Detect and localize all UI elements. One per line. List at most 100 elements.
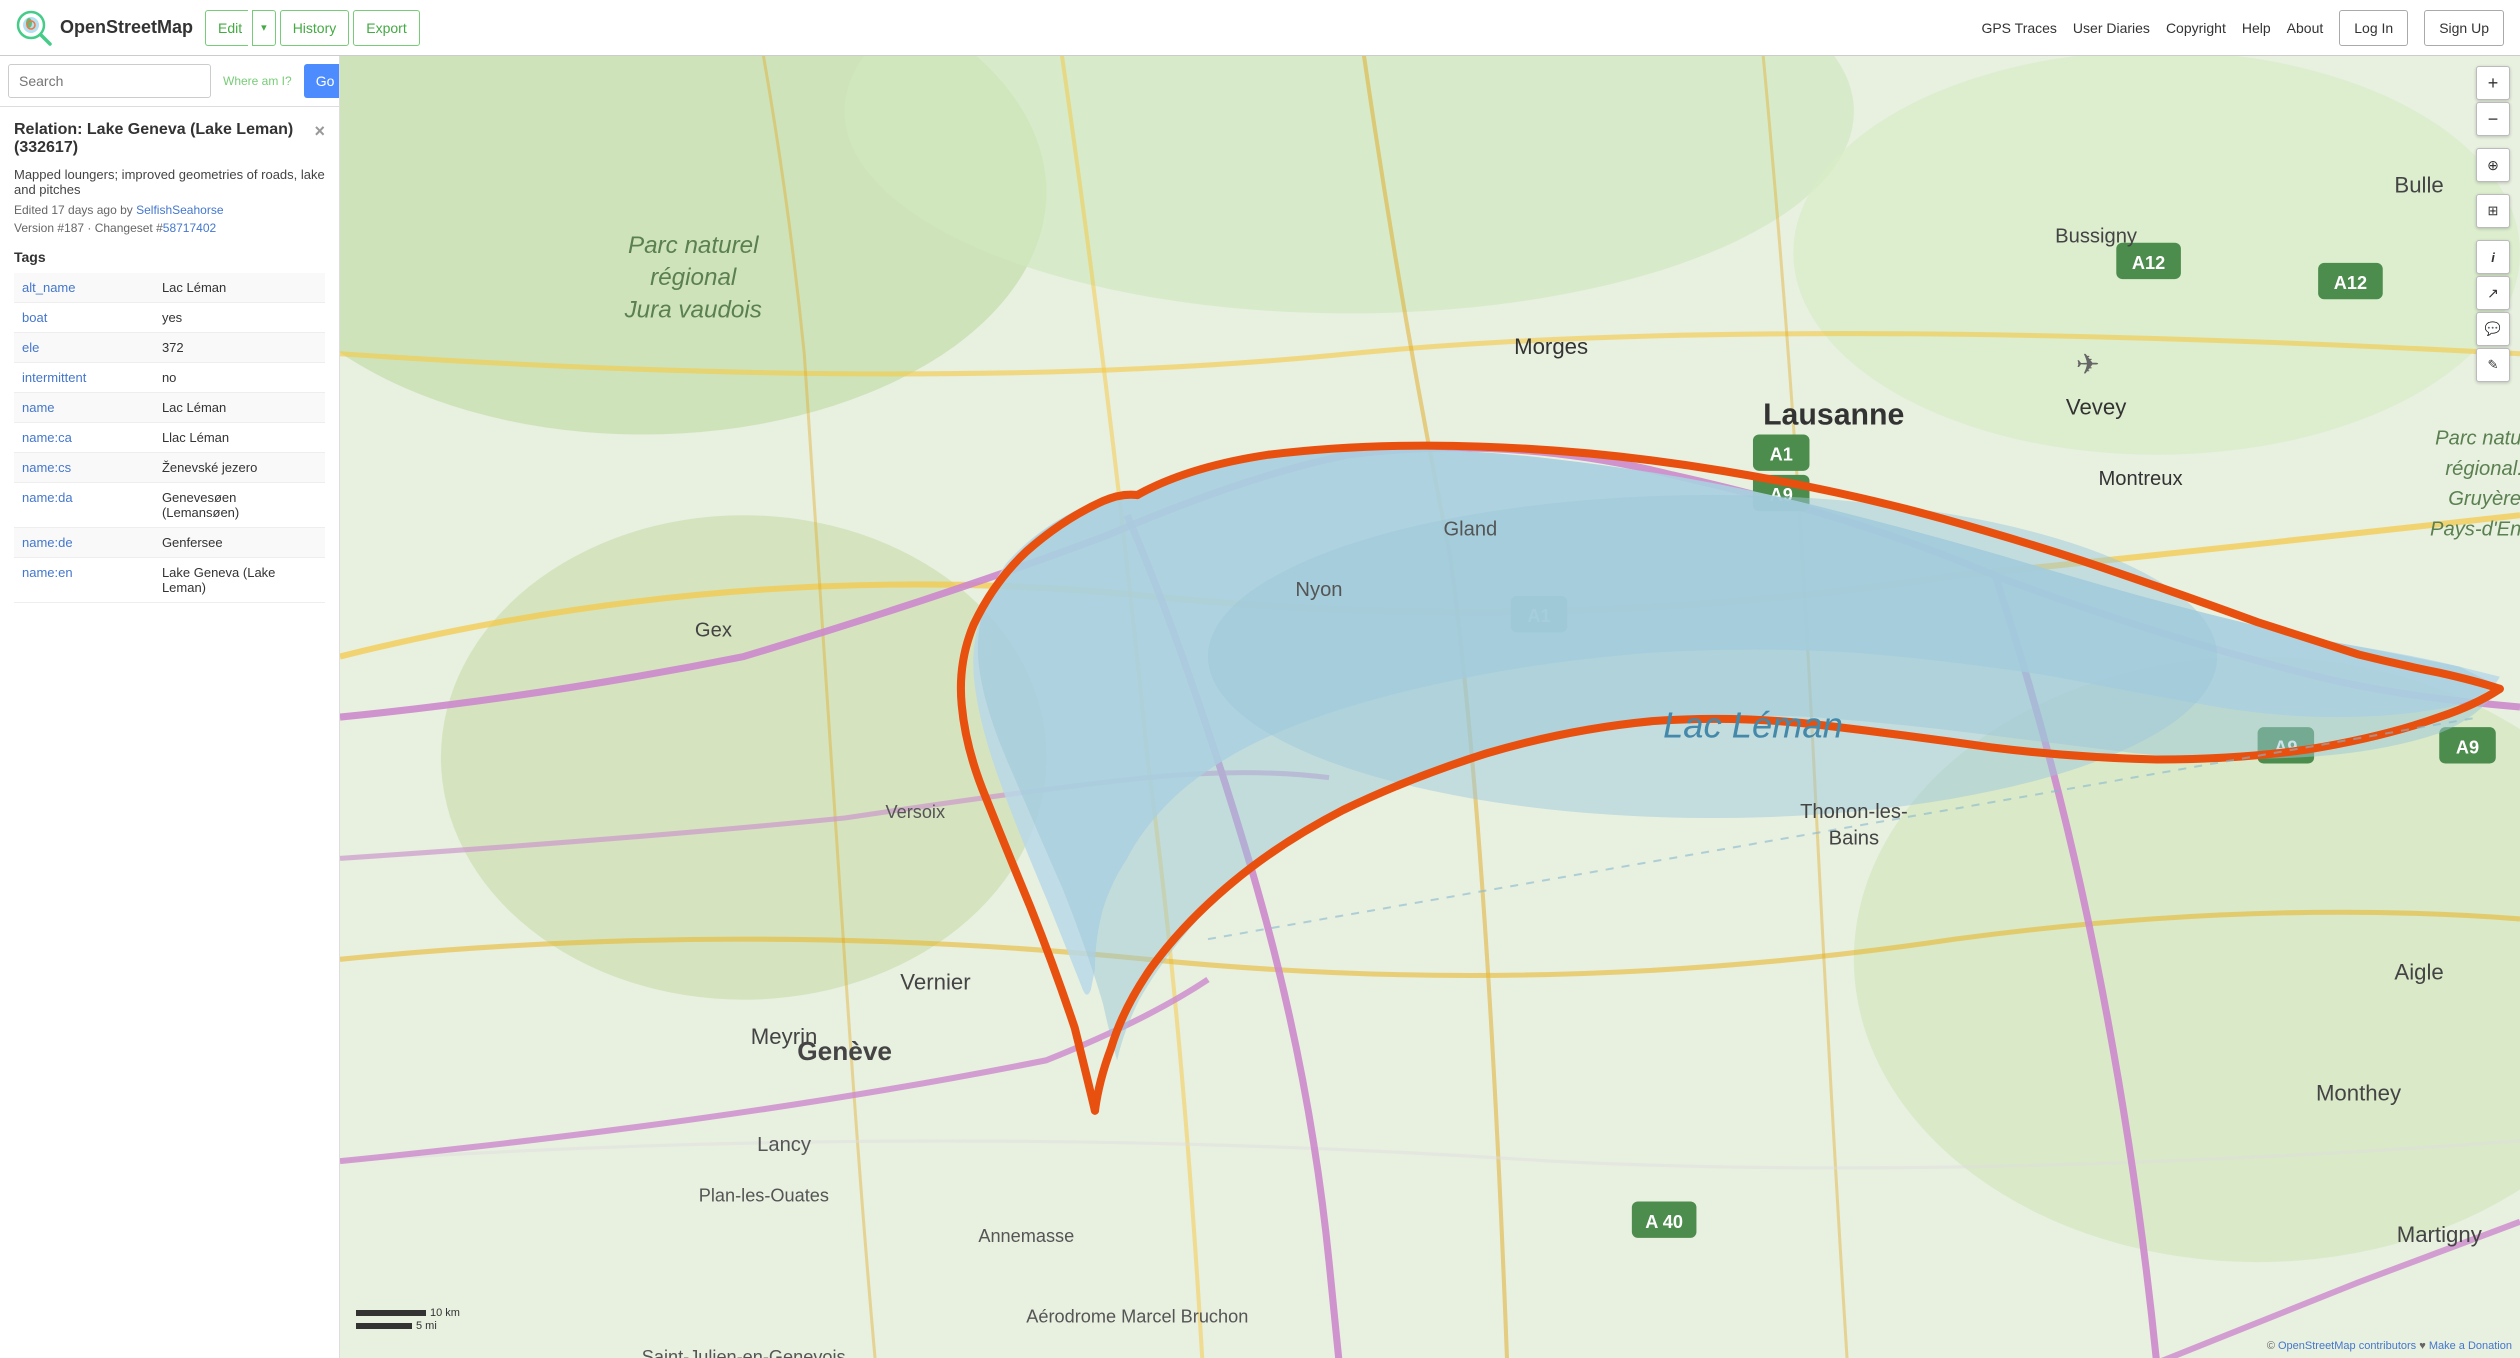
description: Mapped loungers; improved geometries of …	[14, 167, 325, 197]
tag-key-link[interactable]: boat	[22, 310, 47, 325]
scale: 10 km 5 mi	[356, 1307, 460, 1332]
tag-key-link[interactable]: intermittent	[22, 370, 86, 385]
svg-text:A12: A12	[2334, 273, 2367, 293]
donate-link[interactable]: Make a Donation	[2429, 1340, 2512, 1352]
tags-heading: Tags	[14, 249, 325, 265]
table-row: intermittent no	[14, 363, 325, 393]
svg-text:Monthey: Monthey	[2316, 1081, 2402, 1106]
tag-key-link[interactable]: ele	[22, 340, 39, 355]
map-container[interactable]: A1 A9 A12 A12 A1 A9 A9 A 40 A 41	[340, 56, 2520, 1358]
go-button[interactable]: Go	[304, 64, 340, 98]
svg-text:Aérodrome Marcel Bruchon: Aérodrome Marcel Bruchon	[1026, 1307, 1248, 1327]
svg-text:Lancy: Lancy	[757, 1134, 812, 1156]
tag-key: alt_name	[14, 273, 154, 303]
close-button[interactable]: ×	[306, 121, 325, 142]
scale-ruler-mi	[356, 1323, 412, 1329]
tag-key-link[interactable]: name:ca	[22, 430, 72, 445]
sidebar-content: Relation: Lake Geneva (Lake Leman) (3326…	[0, 107, 339, 1358]
svg-text:Lausanne: Lausanne	[1763, 398, 1904, 431]
about-link[interactable]: About	[2287, 20, 2324, 36]
user-diaries-link[interactable]: User Diaries	[2073, 20, 2150, 36]
svg-text:Aigle: Aigle	[2394, 960, 2443, 985]
svg-text:Bains: Bains	[1829, 827, 1879, 849]
svg-text:Bulle: Bulle	[2394, 172, 2443, 197]
svg-text:Versoix: Versoix	[886, 802, 946, 822]
version-info: Version #187 · Changeset #58717402	[14, 221, 325, 235]
history-button[interactable]: History	[280, 10, 350, 46]
edit-map-button[interactable]: ✎	[2476, 348, 2510, 382]
tag-key: name:de	[14, 528, 154, 558]
table-row: name:cs Ženevské jezero	[14, 453, 325, 483]
tag-value: Lac Léman	[154, 393, 325, 423]
svg-text:Vevey: Vevey	[2066, 394, 2127, 419]
table-row: name Lac Léman	[14, 393, 325, 423]
copyright-link[interactable]: Copyright	[2166, 20, 2226, 36]
geolocate-button[interactable]: ⊕	[2476, 148, 2510, 182]
table-row: name:da Genevesøen (Lemansøen)	[14, 483, 325, 528]
scale-bar: 10 km 5 mi	[356, 1307, 460, 1332]
search-input[interactable]	[8, 64, 211, 98]
svg-text:Lac Léman: Lac Léman	[1663, 704, 1843, 745]
tag-key-link[interactable]: name:da	[22, 490, 73, 505]
nav-buttons: Edit ▾ History Export	[205, 10, 420, 46]
svg-text:Thonon-les-: Thonon-les-	[1800, 801, 1908, 823]
editor-link[interactable]: SelfishSeahorse	[136, 203, 223, 217]
tag-value: Lake Geneva (Lake Leman)	[154, 558, 325, 603]
tag-key: name:da	[14, 483, 154, 528]
info-button[interactable]: i	[2476, 240, 2510, 274]
search-bar: Where am I? Go	[0, 56, 339, 107]
tag-value: Llac Léman	[154, 423, 325, 453]
table-row: name:de Genfersee	[14, 528, 325, 558]
table-row: ele 372	[14, 333, 325, 363]
attribution: © OpenStreetMap contributors ♥ Make a Do…	[2267, 1340, 2512, 1352]
tag-value: yes	[154, 303, 325, 333]
logo-text: OpenStreetMap	[60, 17, 193, 38]
edit-dropdown-arrow[interactable]: ▾	[252, 10, 276, 46]
controls-separator	[2476, 138, 2510, 146]
svg-text:Martigny: Martigny	[2397, 1222, 2483, 1247]
svg-text:Vernier: Vernier	[900, 970, 971, 995]
header-left: OpenStreetMap Edit ▾ History Export	[16, 10, 420, 46]
tag-key: ele	[14, 333, 154, 363]
layers-button[interactable]: ⊞	[2476, 194, 2510, 228]
svg-text:A9: A9	[2456, 737, 2479, 757]
tag-key: name:en	[14, 558, 154, 603]
tag-value: no	[154, 363, 325, 393]
tag-key: name	[14, 393, 154, 423]
svg-text:Pays-d'Enh...: Pays-d'Enh...	[2430, 518, 2520, 540]
svg-text:Gex: Gex	[695, 619, 732, 641]
changeset-link[interactable]: 58717402	[163, 221, 216, 235]
table-row: name:en Lake Geneva (Lake Leman)	[14, 558, 325, 603]
controls-separator2	[2476, 184, 2510, 192]
export-button[interactable]: Export	[353, 10, 419, 46]
share-button[interactable]: ↗	[2476, 276, 2510, 310]
svg-text:Morges: Morges	[1514, 334, 1588, 359]
table-row: alt_name Lac Léman	[14, 273, 325, 303]
tag-key-link[interactable]: alt_name	[22, 280, 75, 295]
table-row: boat yes	[14, 303, 325, 333]
main: Where am I? Go Relation: Lake Geneva (La…	[0, 56, 2520, 1358]
where-am-i-button[interactable]: Where am I?	[215, 70, 300, 92]
header: OpenStreetMap Edit ▾ History Export GPS …	[0, 0, 2520, 56]
tag-value: 372	[154, 333, 325, 363]
svg-text:Plan-les-Ouates: Plan-les-Ouates	[699, 1186, 829, 1206]
sign-up-button[interactable]: Sign Up	[2424, 10, 2504, 46]
svg-text:Genève: Genève	[797, 1036, 892, 1066]
svg-text:A 40: A 40	[1645, 1212, 1683, 1232]
tag-key-link[interactable]: name:de	[22, 535, 73, 550]
gps-traces-link[interactable]: GPS Traces	[1981, 20, 2056, 36]
log-in-button[interactable]: Log In	[2339, 10, 2408, 46]
zoom-out-button[interactable]: −	[2476, 102, 2510, 136]
sidebar: Where am I? Go Relation: Lake Geneva (La…	[0, 56, 340, 1358]
tags-table: alt_name Lac Léman boat yes ele 372 inte…	[14, 273, 325, 603]
zoom-in-button[interactable]: +	[2476, 66, 2510, 100]
notes-button[interactable]: 💬	[2476, 312, 2510, 346]
help-link[interactable]: Help	[2242, 20, 2271, 36]
tag-key-link[interactable]: name:en	[22, 565, 73, 580]
version-text: Version #187 · Changeset #	[14, 221, 163, 235]
scale-mi: 5 mi	[356, 1320, 460, 1332]
tag-key-link[interactable]: name	[22, 400, 55, 415]
edit-button[interactable]: Edit	[205, 10, 248, 46]
tag-key-link[interactable]: name:cs	[22, 460, 71, 475]
osm-attribution-link[interactable]: OpenStreetMap contributors	[2278, 1340, 2416, 1352]
